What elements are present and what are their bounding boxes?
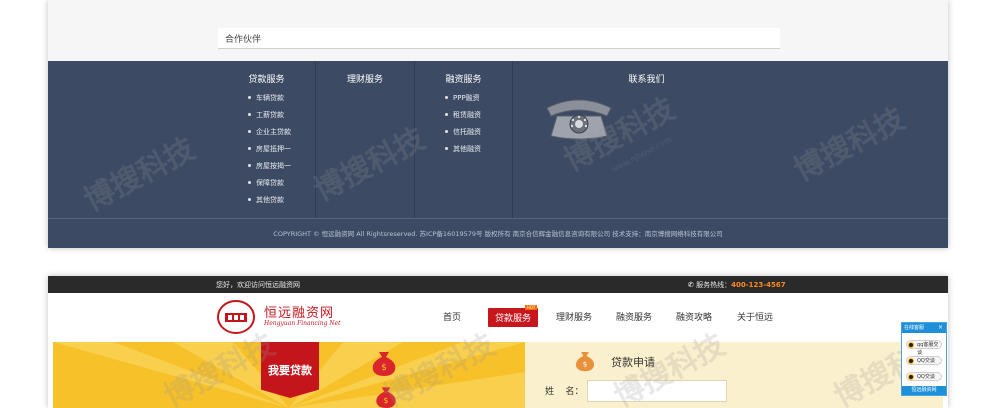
name-label: 姓 名： [545,387,584,397]
header-panel-screenshot: 您好，欢迎访问恒远融资网 ✆ 服务热线：400-123-4567 恒远融资网 H… [48,276,948,408]
partners-bar: 合作伙伴 [218,28,780,49]
svg-text:$: $ [381,363,387,373]
online-service-widget[interactable]: 在线客服 × qq客服交谈 QQ交谈 QQ交谈 恒远融资网 [901,322,947,396]
chat-item[interactable]: QQ交谈 [906,372,942,381]
money-bag-icon: $ [376,387,396,408]
top-bar: 您好，欢迎访问恒远融资网 ✆ 服务热线：400-123-4567 [48,276,948,293]
hotline-label: 服务热线： [696,281,732,289]
nav-financing-guide[interactable]: 融资攻略 [676,310,712,323]
hero-banner: $ $ 我要贷款 $ 贷款申请 姓 名： [53,342,943,408]
partners-title: 合作伙伴 [225,35,262,45]
nav-home[interactable]: 首页 [443,310,461,323]
loan-application-form: $ 贷款申请 姓 名： [525,342,943,408]
welcome-text: 您好，欢迎访问恒远融资网 [216,281,300,289]
chat-footer: 恒远融资网 [902,386,946,395]
qq-icon [908,374,914,380]
footer-column-loan: 贷款服务 车辆贷款 工薪贷款 企业主贷款 房屋抵押一 房屋按揭一 保障贷款 其他… [218,61,316,218]
nav-wealth-service[interactable]: 理财服务 [556,310,592,323]
logo-emblem-icon [217,300,255,334]
form-title: 贷款申请 [611,356,655,369]
nav-about[interactable]: 关于恒远 [737,310,773,323]
footer-column-wealth: 理财服务 [316,61,415,218]
loan-ribbon-label: 我要贷款 [268,364,312,377]
svg-text:$: $ [384,396,389,405]
telephone-icon [546,99,612,140]
copyright-text: COPYRIGHT © 恒远融资网 All Rightsreserved. 苏I… [273,230,723,238]
money-bag-icon: $ [575,352,595,372]
footer-column-title: 贷款服务 [248,75,285,85]
qq-icon [908,358,914,364]
footer-column-title: 理财服务 [346,75,383,85]
qq-icon [908,342,914,348]
footer-divider [48,218,948,219]
hotline: ✆ 服务热线：400-123-4567 [688,280,786,290]
chat-item[interactable]: QQ交谈 [906,356,942,365]
footer-panel-screenshot: 合作伙伴 贷款服务 车辆贷款 工薪贷款 企业主贷款 房屋抵押一 房屋按揭一 保障… [48,0,948,248]
site-footer: 贷款服务 车辆贷款 工薪贷款 企业主贷款 房屋抵押一 房屋按揭一 保障贷款 其他… [48,61,948,248]
footer-column-financing: 融资服务 PPP融资 租赁融资 信托融资 其他融资 [415,61,513,218]
hot-badge: HOT [525,305,537,310]
phone-icon: ✆ [688,281,697,289]
nav-loan-service[interactable]: 贷款服务 [488,308,539,327]
loan-ribbon[interactable]: 我要贷款 [261,342,319,398]
name-input[interactable] [587,380,727,402]
svg-text:$: $ [583,359,588,368]
chat-item[interactable]: qq客服交谈 [906,340,942,356]
logo-tagline: Hengyuan Financing Net [264,320,341,327]
footer-column-contact: 联系我们 [513,61,780,218]
footer-column-title: 融资服务 [445,75,482,85]
hotline-number: 400-123-4567 [731,281,786,289]
logo-name: 恒远融资网 [264,306,335,321]
nav-financing-service[interactable]: 融资服务 [616,310,652,323]
close-icon[interactable]: × [938,324,943,331]
money-bag-icon: $ [372,352,396,376]
footer-column-title: 联系我们 [628,75,665,85]
site-logo[interactable]: 恒远融资网 Hengyuan Financing Net [216,299,356,335]
